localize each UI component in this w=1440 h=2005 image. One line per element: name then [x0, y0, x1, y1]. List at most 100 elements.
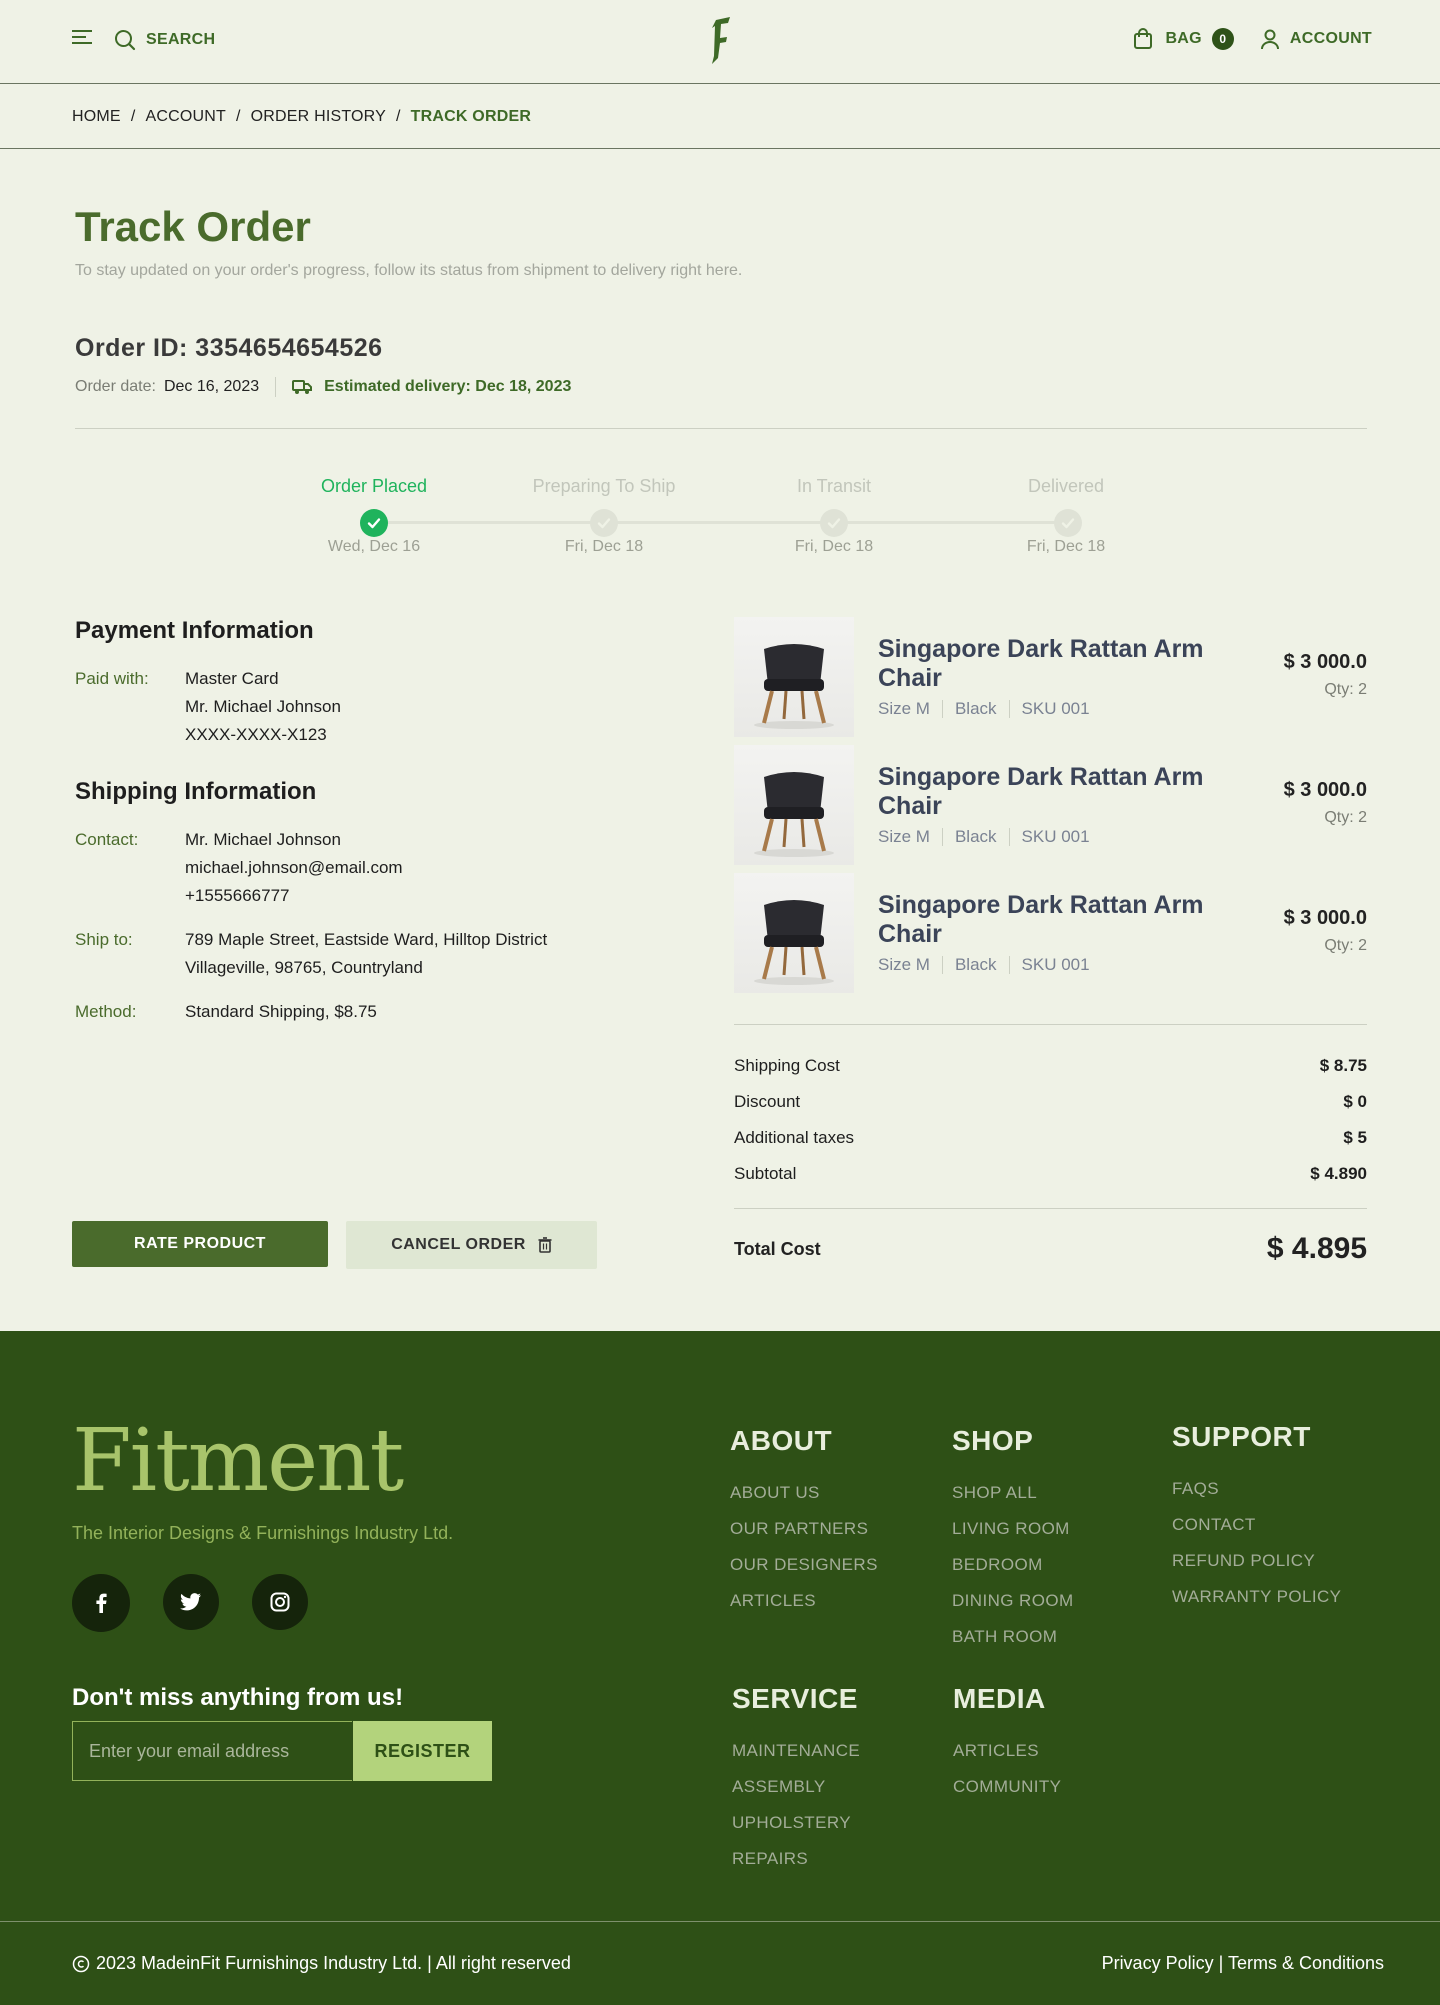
- footer-link[interactable]: REPAIRS: [732, 1841, 860, 1877]
- footer-link[interactable]: COMMUNITY: [953, 1769, 1061, 1805]
- address-line-2: Villageville, 98765, Countryland: [185, 958, 423, 977]
- meta-divider: [275, 377, 277, 397]
- brand-logo-icon[interactable]: [706, 16, 734, 66]
- card-holder: Mr. Michael Johnson: [185, 697, 341, 716]
- meta-separator: [1008, 700, 1010, 718]
- item-color: Black: [954, 955, 997, 974]
- meta-separator: [941, 700, 943, 718]
- menu-icon[interactable]: [72, 28, 94, 51]
- item-meta: Size M Black SKU 001: [878, 955, 1090, 975]
- order-meta: Order date: Dec 16, 2023 Estimated deliv…: [75, 377, 571, 397]
- breadcrumb-order-history[interactable]: ORDER HISTORY: [251, 108, 386, 126]
- copyright-icon: [72, 1955, 90, 1972]
- contact-value: Mr. Michael Johnson michael.johnson@emai…: [185, 826, 403, 910]
- footer-link[interactable]: MAINTENANCE: [732, 1733, 860, 1769]
- footer-link[interactable]: FAQS: [1172, 1471, 1341, 1507]
- contact-label: Contact:: [75, 830, 139, 849]
- account-button[interactable]: ACCOUNT: [1260, 28, 1372, 50]
- item-meta: Size M Black SKU 001: [878, 827, 1090, 847]
- footer-link[interactable]: WARRANTY POLICY: [1172, 1579, 1341, 1615]
- cost-value: $ 8.75: [1319, 1056, 1367, 1075]
- bag-button[interactable]: BAG 0: [1133, 28, 1234, 50]
- footer-column-title: ABOUT: [730, 1425, 833, 1456]
- item-price: $ 3 000.0: [1283, 651, 1367, 673]
- check-circle-icon: [360, 509, 388, 537]
- item-name[interactable]: Singapore Dark Rattan Arm Chair: [878, 635, 1218, 693]
- cost-row-discount: Discount $ 0: [734, 1092, 1367, 1112]
- instagram-link[interactable]: [252, 1574, 308, 1630]
- order-progress-tracker: Order Placed Wed, Dec 16 Preparing To Sh…: [0, 470, 1440, 580]
- contact-phone: +1555666777: [185, 886, 290, 905]
- breadcrumb-track-order: TRACK ORDER: [410, 108, 532, 125]
- rate-product-button[interactable]: RATE PRODUCT: [72, 1221, 328, 1267]
- footer-link[interactable]: ABOUT US: [730, 1475, 878, 1511]
- item-price: $ 3 000.0: [1283, 907, 1367, 929]
- footer-link[interactable]: OUR DESIGNERS: [730, 1547, 878, 1583]
- address-line-1: 789 Maple Street, Eastside Ward, Hilltop…: [185, 930, 548, 949]
- check-circle-icon: [820, 509, 848, 537]
- total-row: Total Cost $ 4.895: [734, 1232, 1367, 1266]
- instagram-icon: [270, 1592, 290, 1612]
- twitter-link[interactable]: [163, 1574, 219, 1630]
- estimated-delivery: Estimated delivery: Dec 18, 2023: [292, 378, 571, 396]
- item-sku: SKU 001: [1021, 699, 1090, 718]
- item-name[interactable]: Singapore Dark Rattan Arm Chair: [878, 763, 1218, 821]
- cost-label: Additional taxes: [734, 1128, 855, 1147]
- footer-link[interactable]: LIVING ROOM: [952, 1511, 1074, 1547]
- footer-link[interactable]: ASSEMBLY: [732, 1769, 860, 1805]
- ship-to-value: 789 Maple Street, Eastside Ward, Hilltop…: [185, 926, 547, 982]
- facebook-link[interactable]: [72, 1574, 130, 1632]
- register-button[interactable]: REGISTER: [353, 1721, 492, 1781]
- cost-value: $ 4.890: [1310, 1164, 1367, 1183]
- chair-product-image: [734, 617, 854, 737]
- contact-email: michael.johnson@email.com: [185, 858, 403, 877]
- item-color: Black: [954, 827, 997, 846]
- footer-link[interactable]: OUR PARTNERS: [730, 1511, 878, 1547]
- site-footer: Fitment The Interior Designs & Furnishin…: [0, 1331, 1440, 2005]
- twitter-icon: [180, 1593, 201, 1611]
- footer-link[interactable]: ARTICLES: [730, 1583, 878, 1619]
- order-item[interactable]: Singapore Dark Rattan Arm Chair Size M B…: [734, 745, 1367, 865]
- footer-column-media: MEDIA ARTICLES COMMUNITY: [953, 1683, 1061, 1805]
- search-button[interactable]: SEARCH: [114, 29, 215, 51]
- footer-link[interactable]: CONTACT: [1172, 1507, 1341, 1543]
- item-size: Size M: [878, 699, 930, 718]
- item-name[interactable]: Singapore Dark Rattan Arm Chair: [878, 891, 1218, 949]
- breadcrumb-separator: /: [396, 108, 401, 125]
- email-input[interactable]: Enter your email address: [72, 1721, 352, 1781]
- item-meta: Size M Black SKU 001: [878, 699, 1090, 719]
- item-size: Size M: [878, 955, 930, 974]
- cancel-order-label: CANCEL ORDER: [391, 1236, 526, 1253]
- footer-logo[interactable]: Fitment: [72, 1411, 404, 1511]
- order-item[interactable]: Singapore Dark Rattan Arm Chair Size M B…: [734, 873, 1367, 993]
- footer-link[interactable]: SHOP ALL: [952, 1475, 1074, 1511]
- footer-column-title: SHOP: [952, 1425, 1034, 1456]
- check-circle-icon: [590, 509, 618, 537]
- page-title: Track Order: [75, 203, 311, 250]
- total-divider: [734, 1208, 1367, 1209]
- item-qty: Qty: 2: [1324, 809, 1367, 826]
- order-item[interactable]: Singapore Dark Rattan Arm Chair Size M B…: [734, 617, 1367, 737]
- footer-link[interactable]: DINING ROOM: [952, 1583, 1074, 1619]
- search-icon: [115, 29, 136, 50]
- footer-link[interactable]: BATH ROOM: [952, 1619, 1074, 1655]
- footer-link[interactable]: ARTICLES: [953, 1733, 1061, 1769]
- cancel-order-button[interactable]: CANCEL ORDER: [346, 1221, 597, 1269]
- footer-link[interactable]: REFUND POLICY: [1172, 1543, 1341, 1579]
- breadcrumb-home[interactable]: HOME: [72, 108, 121, 126]
- header-right: BAG 0 ACCOUNT: [1133, 28, 1372, 50]
- footer-link[interactable]: UPHOLSTERY: [732, 1805, 860, 1841]
- user-icon: [1260, 29, 1279, 50]
- search-label: SEARCH: [146, 30, 216, 48]
- legal-links[interactable]: Privacy Policy | Terms & Conditions: [1102, 1953, 1384, 1974]
- cost-divider: [734, 1024, 1367, 1025]
- page-subtitle: To stay updated on your order's progress…: [75, 262, 743, 279]
- card-number: XXXX-XXXX-X123: [185, 725, 327, 744]
- breadcrumb-divider: [0, 148, 1440, 149]
- breadcrumb-account[interactable]: ACCOUNT: [145, 108, 226, 126]
- footer-tagline: The Interior Designs & Furnishings Indus…: [72, 1523, 454, 1543]
- footer-link[interactable]: BEDROOM: [952, 1547, 1074, 1583]
- breadcrumb-separator: /: [235, 108, 241, 125]
- bag-count-badge: 0: [1211, 28, 1234, 50]
- item-sku: SKU 001: [1021, 955, 1090, 974]
